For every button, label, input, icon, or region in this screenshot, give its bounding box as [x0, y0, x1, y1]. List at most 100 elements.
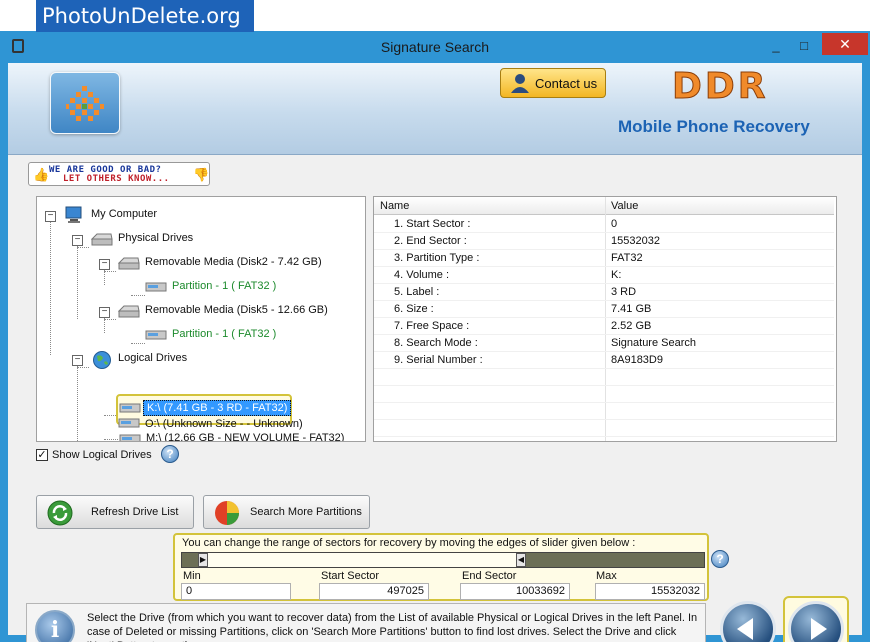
- detail-row[interactable]: 2. End Sector : 15532032: [374, 233, 834, 250]
- detail-row[interactable]: 5. Label : 3 RD: [374, 284, 834, 301]
- logical-drive-icon: [119, 433, 141, 441]
- detail-value: 8A9183D9: [611, 354, 663, 366]
- empty-row: [374, 403, 834, 420]
- tree-my-computer[interactable]: My Computer: [91, 205, 157, 223]
- max-value: 15532032: [595, 583, 705, 600]
- detail-value: K:: [611, 269, 622, 281]
- tree-disk5[interactable]: Removable Media (Disk5 - 12.66 GB): [145, 301, 328, 319]
- collapse-physical-drives[interactable]: −: [72, 235, 83, 246]
- feedback-line2: LET OTHERS KNOW...: [63, 174, 170, 184]
- help-icon[interactable]: ?: [161, 445, 179, 463]
- tree-physical-drives[interactable]: Physical Drives: [118, 229, 193, 247]
- detail-name: 4. Volume :: [394, 269, 450, 281]
- col-name-header[interactable]: Name: [380, 200, 409, 212]
- detail-row[interactable]: 3. Partition Type : FAT32: [374, 250, 834, 267]
- info-icon[interactable]: i: [35, 610, 75, 642]
- detail-name: 3. Partition Type :: [394, 252, 480, 264]
- detail-row[interactable]: 9. Serial Number : 8A9183D9: [374, 352, 834, 369]
- min-label: Min: [183, 570, 201, 582]
- window-title: Signature Search: [380, 39, 490, 55]
- detail-row[interactable]: 7. Free Space : 2.52 GB: [374, 318, 834, 335]
- watermark: PhotoUnDelete.org: [36, 0, 254, 32]
- thumbs-up-icon: 👍: [33, 167, 50, 182]
- computer-icon: [65, 206, 85, 227]
- refresh-drive-list-button[interactable]: Refresh Drive List: [36, 495, 194, 529]
- collapse-disk2[interactable]: −: [99, 259, 110, 270]
- contact-us-label: Contact us: [535, 76, 598, 91]
- globe-icon: [92, 350, 112, 373]
- tree-disk5-partition[interactable]: Partition - 1 ( FAT32 ): [172, 325, 276, 343]
- tree-disk2-partition[interactable]: Partition - 1 ( FAT32 ): [172, 277, 276, 295]
- detail-name: 7. Free Space :: [394, 320, 470, 332]
- start-sector-input[interactable]: 497025: [319, 583, 429, 600]
- show-logical-checkbox[interactable]: ✓: [36, 449, 48, 461]
- app-logo: [50, 72, 120, 134]
- slider-start-handle[interactable]: ▶: [198, 553, 208, 567]
- search-more-label: Search More Partitions: [250, 506, 362, 518]
- contact-us-button[interactable]: Contact us: [500, 68, 606, 98]
- sector-range-panel: You can change the range of sectors for …: [173, 533, 709, 601]
- detail-name: 2. End Sector :: [394, 235, 467, 247]
- product-subtitle: Mobile Phone Recovery: [618, 117, 810, 136]
- empty-row: [374, 386, 834, 403]
- col-value-header[interactable]: Value: [611, 200, 638, 212]
- end-sector-input[interactable]: 10033692: [460, 583, 570, 600]
- drive-tree[interactable]: − My Computer − Physical Drives − Remova…: [36, 196, 366, 442]
- empty-row: [374, 420, 834, 437]
- show-logical-label[interactable]: Show Logical Drives: [52, 449, 152, 461]
- tree-disk2[interactable]: Removable Media (Disk2 - 7.42 GB): [145, 253, 322, 271]
- refresh-label: Refresh Drive List: [91, 506, 179, 518]
- drive-details-list[interactable]: Name Value 1. Start Sector : 0 2. End Sect…: [373, 196, 837, 442]
- detail-value: 0: [611, 218, 618, 230]
- partition-icon: [145, 281, 167, 296]
- start-sector-label: Start Sector: [321, 570, 380, 582]
- back-button[interactable]: [720, 601, 776, 642]
- search-more-partitions-button[interactable]: Search More Partitions: [203, 495, 370, 529]
- min-value: 0: [181, 583, 291, 600]
- collapse-disk5[interactable]: −: [99, 307, 110, 318]
- detail-row[interactable]: 6. Size : 7.41 GB: [374, 301, 834, 318]
- close-button[interactable]: ✕: [822, 33, 868, 55]
- tree-drive-o[interactable]: O:\ (Unknown Size - - Unknown): [145, 415, 303, 433]
- minimize-button[interactable]: _: [766, 35, 786, 57]
- slider-end-handle[interactable]: ◀: [516, 553, 526, 567]
- logical-drive-icon: [118, 417, 140, 432]
- detail-name: 8. Search Mode :: [394, 337, 478, 349]
- header-banner: Contact us DDR Mobile Phone Recovery: [8, 63, 862, 155]
- logo-grid-icon: [66, 86, 104, 121]
- list-header: Name Value: [374, 197, 834, 215]
- detail-name: 6. Size :: [394, 303, 434, 315]
- empty-row: [374, 369, 834, 386]
- feedback-badge[interactable]: 👍 WE ARE GOOD OR BAD? LET OTHERS KNOW...…: [28, 162, 210, 186]
- end-sector-label: End Sector: [462, 570, 517, 582]
- drive-k-label: K:\ (7.41 GB - 3 RD - FAT32): [143, 400, 292, 416]
- partition-icon: [145, 329, 167, 344]
- person-icon: [511, 74, 529, 93]
- range-help-icon[interactable]: ?: [711, 550, 729, 568]
- title-bar[interactable]: Signature Search _ □ ✕: [0, 31, 870, 61]
- tree-logical-drives[interactable]: Logical Drives: [118, 349, 187, 367]
- removable-drive-icon: [117, 257, 140, 274]
- detail-row[interactable]: 4. Volume : K:: [374, 267, 834, 284]
- detail-value: Signature Search: [611, 337, 696, 349]
- collapse-my-computer[interactable]: −: [45, 211, 56, 222]
- detail-value: 15532032: [611, 235, 660, 247]
- detail-value: 2.52 GB: [611, 320, 652, 332]
- detail-value: 3 RD: [611, 286, 637, 298]
- sector-range-slider[interactable]: ▶ ◀: [181, 552, 705, 568]
- max-label: Max: [596, 570, 617, 582]
- detail-row[interactable]: 1. Start Sector : 0: [374, 216, 834, 233]
- collapse-logical-drives[interactable]: −: [72, 355, 83, 366]
- maximize-button[interactable]: □: [794, 35, 814, 57]
- detail-value: FAT32: [611, 252, 643, 264]
- status-panel: i Select the Drive (from which you want …: [26, 603, 706, 642]
- pie-chart-icon: [215, 501, 239, 525]
- detail-name: 9. Serial Number :: [394, 354, 483, 366]
- detail-value: 7.41 GB: [611, 303, 652, 315]
- removable-drive-icon: [117, 305, 140, 322]
- drive-icon: [90, 233, 113, 250]
- back-arrow-icon: [737, 618, 753, 640]
- detail-name: 5. Label :: [394, 286, 440, 298]
- detail-row[interactable]: 8. Search Mode : Signature Search: [374, 335, 834, 352]
- status-text: Select the Drive (from which you want to…: [87, 612, 698, 642]
